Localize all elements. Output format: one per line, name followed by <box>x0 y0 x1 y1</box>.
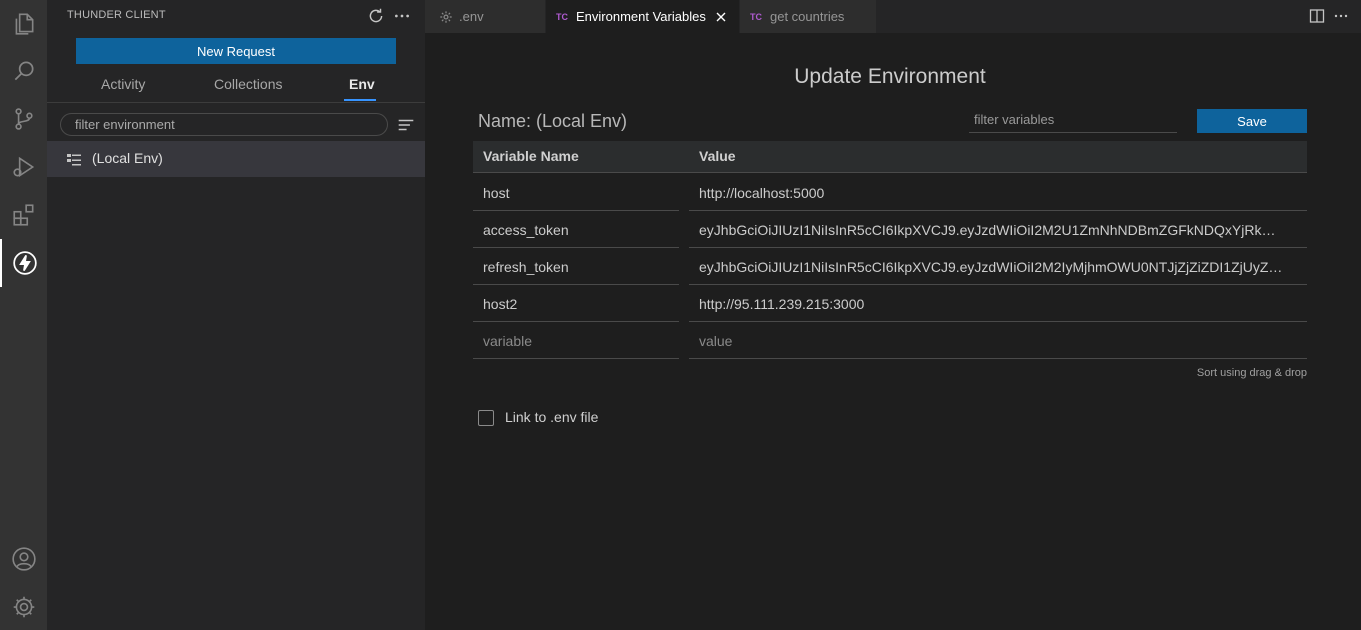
column-header-name: Variable Name <box>483 148 579 164</box>
vscode-window: THUNDER CLIENT New Request Activity Coll… <box>0 0 1361 630</box>
table-row: host http://localhost:5000 <box>473 174 1307 211</box>
files-icon <box>15 13 33 35</box>
search-button[interactable] <box>0 47 47 95</box>
explorer-button[interactable] <box>0 0 47 48</box>
environment-name[interactable]: Name: (Local Env) <box>478 111 627 132</box>
variable-name-field[interactable]: refresh_token <box>473 248 679 285</box>
page-title: Update Environment <box>794 65 986 88</box>
table-row: host2 http://95.111.239.215:3000 <box>473 285 1307 322</box>
variable-name-field[interactable]: host <box>473 174 679 211</box>
environment-label: (Local Env) <box>92 150 163 166</box>
filter-environment-input[interactable]: filter environment <box>60 113 388 136</box>
source-control-button[interactable] <box>0 95 47 143</box>
search-icon <box>14 61 34 81</box>
column-header-value: Value <box>699 148 736 164</box>
tab-label: get countries <box>770 9 845 24</box>
run-debug-icon <box>12 156 34 178</box>
tab-environment-variables[interactable]: TC Environment Variables <box>546 0 739 33</box>
tab-env-file[interactable]: .env <box>425 0 545 33</box>
tab-collections[interactable]: Collections <box>214 76 282 92</box>
thunder-client-button[interactable] <box>0 239 47 287</box>
environment-editor: Update Environment Name: (Local Env) fil… <box>425 33 1361 630</box>
activity-bar <box>0 0 47 630</box>
environment-list-icon <box>67 154 81 166</box>
extensions-button[interactable] <box>0 191 47 239</box>
table-header: Variable Name Value <box>473 141 1307 173</box>
sidebar-tabs: Activity Collections Env <box>47 70 425 103</box>
variable-name-field[interactable]: host2 <box>473 285 679 322</box>
sort-hint: Sort using drag & drop <box>1196 367 1307 379</box>
run-debug-button[interactable] <box>0 143 47 191</box>
settings-gear-icon <box>13 596 34 618</box>
gear-icon <box>440 10 452 23</box>
extensions-icon <box>12 204 33 226</box>
tab-label: .env <box>459 9 484 24</box>
tab-get-countries[interactable]: TC get countries <box>740 0 876 33</box>
sidebar-title: THUNDER CLIENT <box>67 9 166 21</box>
close-icon[interactable] <box>714 10 728 24</box>
manage-button[interactable] <box>0 583 47 630</box>
more-actions-icon[interactable] <box>1333 8 1349 24</box>
save-button[interactable]: Save <box>1197 109 1307 133</box>
active-tab-indicator <box>344 99 376 101</box>
tab-label: Environment Variables <box>576 9 706 24</box>
table-row: access_token eyJhbGciOiJIUzI1NiIsInR5cCI… <box>473 211 1307 248</box>
variable-value-field[interactable]: eyJhbGciOiJIUzI1NiIsInR5cCI6IkpXVCJ9.eyJ… <box>689 248 1307 285</box>
variable-value-field[interactable]: eyJhbGciOiJIUzI1NiIsInR5cCI6IkpXVCJ9.eyJ… <box>689 211 1307 248</box>
tab-activity[interactable]: Activity <box>101 76 145 92</box>
more-actions-icon[interactable] <box>393 7 411 25</box>
table-row: refresh_token eyJhbGciOiJIUzI1NiIsInR5cC… <box>473 248 1307 285</box>
tc-badge: TC <box>750 11 762 22</box>
link-env-label[interactable]: Link to .env file <box>505 409 598 425</box>
link-env-checkbox[interactable] <box>478 410 494 426</box>
new-request-button[interactable]: New Request <box>76 38 396 64</box>
new-variable-row: variable value <box>473 322 1307 359</box>
tab-env[interactable]: Env <box>349 76 375 92</box>
tc-badge: TC <box>556 11 568 22</box>
new-variable-value-input[interactable]: value <box>689 322 1307 359</box>
environment-item-local-env[interactable]: (Local Env) <box>47 141 425 177</box>
account-icon <box>11 547 36 571</box>
thunder-client-sidebar: THUNDER CLIENT New Request Activity Coll… <box>47 0 425 630</box>
new-variable-name-input[interactable]: variable <box>473 322 679 359</box>
accounts-button[interactable] <box>0 535 47 583</box>
source-control-icon <box>14 108 33 130</box>
variable-value-field[interactable]: http://localhost:5000 <box>689 174 1307 211</box>
sort-menu-icon[interactable] <box>397 116 415 134</box>
split-editor-icon[interactable] <box>1309 8 1325 24</box>
variable-name-field[interactable]: access_token <box>473 211 679 248</box>
editor-tab-bar: .env TC Environment Variables TC get cou… <box>425 0 1361 33</box>
refresh-icon[interactable] <box>367 7 385 25</box>
filter-variables-input[interactable]: filter variables <box>969 109 1177 133</box>
thunder-client-icon <box>12 251 37 275</box>
variable-value-field[interactable]: http://95.111.239.215:3000 <box>689 285 1307 322</box>
